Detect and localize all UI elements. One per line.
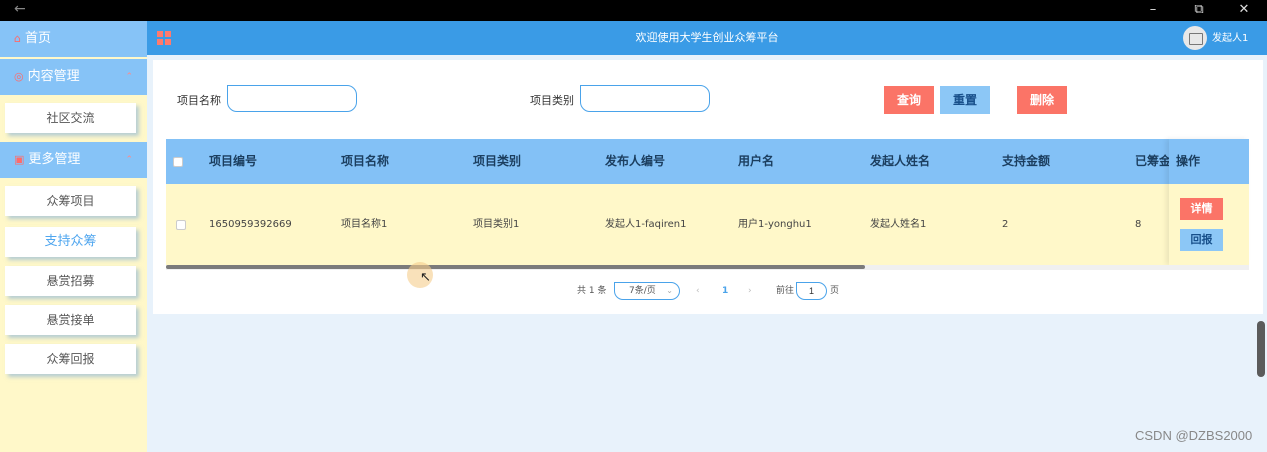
- horizontal-scrollbar-thumb[interactable]: [166, 265, 865, 269]
- cell-project-id: 1650959392669: [209, 219, 292, 230]
- more-icon: ▣: [14, 153, 25, 166]
- project-name-label: 项目名称: [177, 94, 221, 107]
- column-header[interactable]: 项目名称: [341, 139, 389, 184]
- sidebar-item-home[interactable]: ⌂ 首页: [0, 21, 147, 57]
- back-arrow-icon[interactable]: ←: [14, 1, 26, 17]
- project-type-label: 项目类别: [530, 94, 574, 107]
- sidebar: ⌂ 首页 ◎ 内容管理 ⌃ 社区交流 ▣ 更多管理 ⌃ 众筹项目 支持众筹 悬赏招募 …: [0, 21, 147, 452]
- cell-username: 用户1-yonghu1: [738, 219, 812, 230]
- sidebar-group-label: 更多管理: [28, 152, 81, 167]
- cell-raised-amount: 8: [1135, 219, 1142, 230]
- column-header[interactable]: 项目编号: [209, 139, 257, 184]
- sidebar-item-crowdfunding-projects[interactable]: 众筹项目: [5, 186, 136, 216]
- page-size-select[interactable]: 7条/页 ⌄: [614, 282, 680, 300]
- restore-button[interactable]: ⧉: [1176, 0, 1222, 21]
- row-checkbox[interactable]: [176, 220, 186, 230]
- pagination-total: 共 1 条: [577, 286, 607, 296]
- select-all-checkbox[interactable]: [173, 157, 183, 167]
- column-header[interactable]: 项目类别: [473, 139, 521, 184]
- top-header: 欢迎使用大学生创业众筹平台 发起人1: [147, 21, 1267, 55]
- goto-page-input[interactable]: [796, 282, 827, 300]
- search-button[interactable]: 查询: [884, 86, 934, 114]
- sidebar-group-label: 内容管理: [27, 69, 80, 84]
- avatar-image-icon[interactable]: [1183, 26, 1207, 50]
- current-page[interactable]: 1: [722, 282, 728, 300]
- page-title: 欢迎使用大学生创业众筹平台: [635, 31, 779, 44]
- sidebar-group-more[interactable]: ▣ 更多管理 ⌃: [0, 142, 147, 178]
- minimize-button[interactable]: –: [1130, 0, 1176, 21]
- cell-support-amount: 2: [1002, 219, 1009, 230]
- content-icon: ◎: [14, 70, 24, 83]
- column-header[interactable]: 用户名: [738, 139, 774, 184]
- cell-project-name: 项目名称1: [341, 219, 388, 230]
- delete-button[interactable]: 删除: [1017, 86, 1067, 114]
- reset-button[interactable]: 重置: [940, 86, 990, 114]
- cell-initiator-name: 发起人姓名1: [870, 219, 927, 230]
- watermark: CSDN @DZBS2000: [1135, 428, 1253, 443]
- column-header[interactable]: 发布人编号: [605, 139, 665, 184]
- mouse-cursor-icon: ↖: [420, 270, 431, 285]
- chevron-down-icon: ⌄: [666, 286, 673, 295]
- vertical-scrollbar[interactable]: [1257, 321, 1265, 377]
- sidebar-item-community[interactable]: 社区交流: [5, 103, 136, 133]
- operations-header: 操作: [1169, 139, 1249, 184]
- details-button[interactable]: 详情: [1180, 198, 1223, 220]
- user-name[interactable]: 发起人1: [1212, 21, 1248, 57]
- reward-button[interactable]: 回报: [1180, 229, 1223, 251]
- project-name-input[interactable]: [227, 85, 357, 112]
- chevron-up-icon: ⌃: [125, 155, 133, 165]
- table-row[interactable]: 1650959392669 项目名称1 项目类别1 发起人1-faqiren1 …: [166, 184, 1169, 265]
- page-size-value: 7条/页: [629, 286, 656, 296]
- prev-page-button[interactable]: ‹: [696, 282, 700, 300]
- page-unit-label: 页: [830, 286, 840, 296]
- window-titlebar: ← – ⧉ ✕: [0, 0, 1267, 21]
- cell-project-type: 项目类别1: [473, 219, 520, 230]
- operations-column: 操作 详情 回报: [1169, 139, 1249, 265]
- sidebar-item-support-crowdfunding[interactable]: 支持众筹: [5, 227, 136, 257]
- goto-label: 前往: [776, 286, 795, 296]
- column-header[interactable]: 发起人姓名: [870, 139, 930, 184]
- close-button[interactable]: ✕: [1221, 0, 1267, 21]
- column-header[interactable]: 支持金额: [1002, 139, 1050, 184]
- sidebar-home-label: 首页: [24, 31, 51, 46]
- home-icon: ⌂: [14, 32, 21, 45]
- sidebar-item-bounty-orders[interactable]: 悬赏接单: [5, 305, 136, 335]
- table-header: 项目编号 项目名称 项目类别 发布人编号 用户名 发起人姓名 支持金额 已筹金: [166, 139, 1249, 184]
- chevron-up-icon: ⌃: [125, 72, 133, 82]
- cell-publisher-id: 发起人1-faqiren1: [605, 219, 687, 230]
- next-page-button[interactable]: ›: [748, 282, 752, 300]
- sidebar-group-content[interactable]: ◎ 内容管理 ⌃: [0, 59, 147, 95]
- column-header[interactable]: 已筹金: [1135, 139, 1169, 184]
- project-type-input[interactable]: [580, 85, 710, 112]
- sidebar-item-crowdfunding-rewards[interactable]: 众筹回报: [5, 344, 136, 374]
- sidebar-item-bounty-recruit[interactable]: 悬赏招募: [5, 266, 136, 296]
